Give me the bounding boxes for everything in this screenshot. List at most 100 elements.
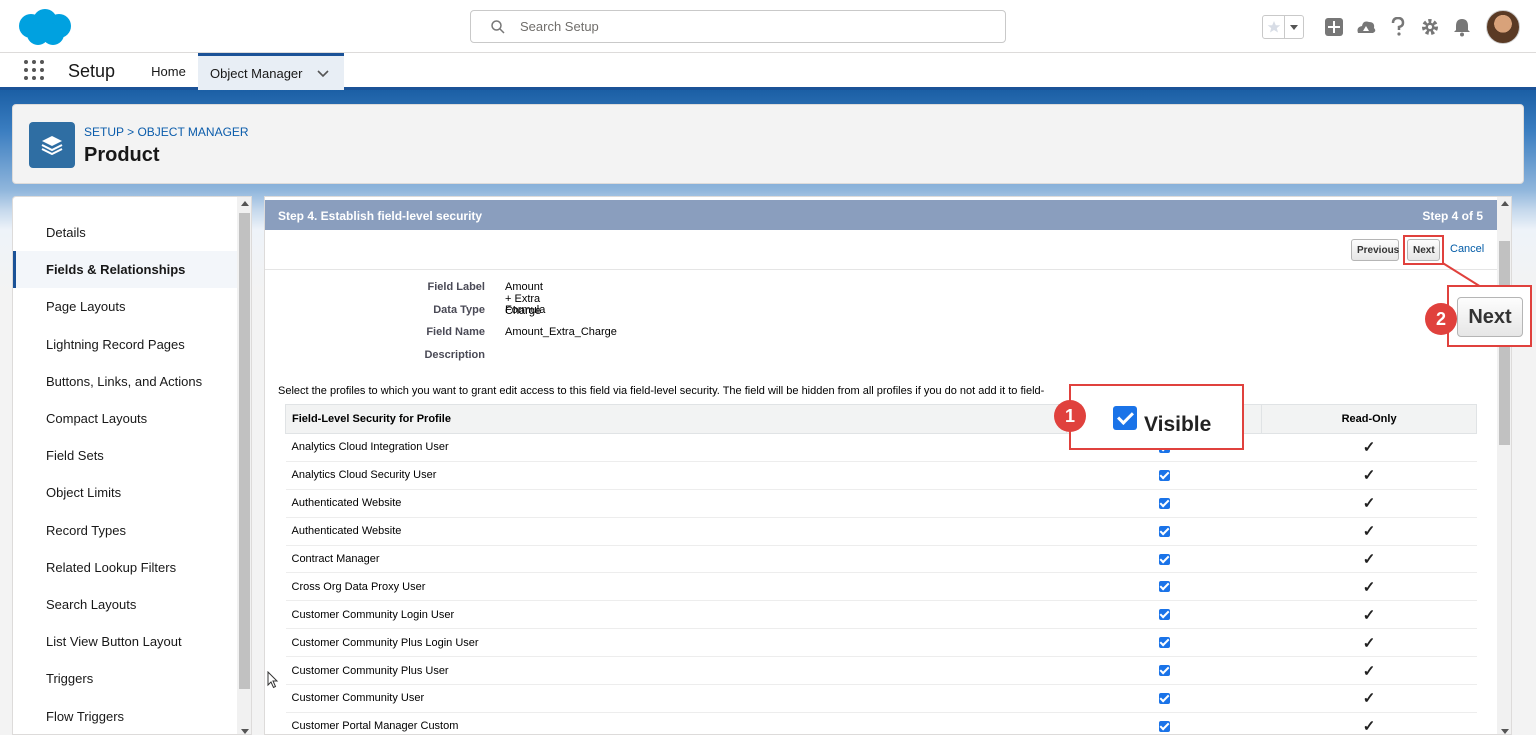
- read-only-checkmark[interactable]: ✓: [1363, 607, 1376, 624]
- read-only-checkmark[interactable]: ✓: [1363, 523, 1376, 540]
- read-only-checkmark[interactable]: ✓: [1363, 690, 1376, 707]
- table-row: Analytics Cloud Integration User ✓: [285, 433, 1477, 462]
- scrollbar-thumb[interactable]: [239, 213, 250, 689]
- sidebar-item-label: List View Button Layout: [46, 634, 182, 650]
- visible-checkbox[interactable]: [1158, 609, 1170, 621]
- favorites-dropdown-icon[interactable]: [1285, 16, 1303, 38]
- step-title: Step 4. Establish field-level security: [278, 209, 483, 223]
- visible-checkbox[interactable]: [1158, 469, 1170, 481]
- read-only-checkmark[interactable]: ✓: [1363, 439, 1376, 456]
- profile-name: Customer Community Plus User: [285, 656, 1067, 686]
- salesforce-logo[interactable]: [14, 7, 74, 47]
- step-badge-2: 2: [1425, 303, 1457, 335]
- visible-header-checkbox[interactable]: [1113, 406, 1137, 430]
- visible-checkbox[interactable]: [1158, 525, 1170, 537]
- scroll-down-arrow-icon[interactable]: [241, 729, 249, 734]
- sidebar-item-object-limits[interactable]: Object Limits: [13, 474, 237, 511]
- sidebar-item-lightning-record-pages[interactable]: Lightning Record Pages: [13, 326, 237, 363]
- visible-checkbox[interactable]: [1158, 637, 1170, 649]
- favorites-star-icon[interactable]: [1263, 16, 1285, 38]
- data-type-value: Formula: [505, 304, 546, 316]
- profile-name: Customer Community Plus Login User: [285, 628, 1067, 658]
- table-row: Customer Community Login User ✓: [285, 600, 1477, 630]
- read-only-checkmark[interactable]: ✓: [1363, 551, 1376, 568]
- chevron-down-icon[interactable]: [316, 67, 329, 79]
- sidebar-scrollbar[interactable]: [237, 197, 251, 734]
- field-label-label: Field Label: [427, 281, 485, 293]
- next-zoom-callout: Next: [1447, 285, 1532, 347]
- sidebar-item-triggers[interactable]: Triggers: [13, 660, 237, 697]
- sidebar-item-compact-layouts[interactable]: Compact Layouts: [13, 400, 237, 437]
- sidebar-item-page-layouts[interactable]: Page Layouts: [13, 288, 237, 325]
- object-manager-sidebar: Details Fields & Relationships Page Layo…: [12, 196, 252, 735]
- trailhead-icon[interactable]: [1355, 16, 1377, 38]
- object-layers-icon: [29, 122, 75, 168]
- sidebar-item-label: Search Layouts: [46, 596, 137, 612]
- next-callout-button[interactable]: Next: [1457, 297, 1523, 337]
- visible-checkbox[interactable]: [1158, 581, 1170, 593]
- previous-button[interactable]: Previous: [1351, 239, 1399, 261]
- help-icon[interactable]: [1387, 16, 1409, 38]
- field-name-label: Field Name: [426, 326, 485, 338]
- table-row: Contract Manager ✓: [285, 545, 1477, 574]
- scroll-down-arrow-icon[interactable]: [1501, 729, 1509, 734]
- read-only-checkmark[interactable]: ✓: [1363, 718, 1376, 734]
- sidebar-item-buttons-links-actions[interactable]: Buttons, Links, and Actions: [13, 363, 237, 400]
- app-launcher-icon[interactable]: [23, 59, 45, 81]
- table-row: Authenticated Website ✓: [285, 489, 1477, 518]
- scroll-up-arrow-icon[interactable]: [1501, 201, 1509, 206]
- profile-name: Customer Portal Manager Custom: [285, 712, 1067, 734]
- sidebar-item-list-view-button-layout[interactable]: List View Button Layout: [13, 623, 237, 660]
- read-only-checkmark[interactable]: ✓: [1363, 579, 1376, 596]
- breadcrumb[interactable]: SETUP > OBJECT MANAGER: [84, 125, 249, 139]
- add-icon[interactable]: [1323, 16, 1345, 38]
- sidebar-item-flow-triggers[interactable]: Flow Triggers: [13, 697, 237, 734]
- sidebar-item-related-lookup-filters[interactable]: Related Lookup Filters: [13, 549, 237, 586]
- sidebar-item-label: Related Lookup Filters: [46, 559, 177, 575]
- profile-column-header: Field-Level Security for Profile: [284, 404, 1068, 434]
- visible-checkbox[interactable]: [1158, 497, 1170, 509]
- visible-checkbox[interactable]: [1158, 693, 1170, 705]
- sidebar-item-label: Object Limits: [46, 485, 122, 501]
- mouse-cursor-icon: [267, 671, 279, 689]
- tab-home[interactable]: Home: [140, 53, 197, 90]
- sidebar-item-field-sets[interactable]: Field Sets: [13, 437, 237, 474]
- sidebar-item-label: Triggers: [46, 671, 94, 687]
- description-label: Description: [424, 349, 485, 361]
- instructions-text: Select the profiles to which you want to…: [278, 385, 1045, 397]
- visible-callout-label: Visible: [1144, 413, 1212, 436]
- read-only-checkmark[interactable]: ✓: [1363, 467, 1376, 484]
- setup-gear-icon[interactable]: [1419, 16, 1441, 38]
- profile-name: Authenticated Website: [285, 517, 1067, 546]
- page-title: Product: [84, 144, 160, 166]
- sidebar-item-details[interactable]: Details: [13, 214, 237, 251]
- tab-object-manager[interactable]: Object Manager: [198, 53, 344, 90]
- app-name: Setup: [68, 61, 116, 81]
- search-icon: [491, 19, 505, 34]
- sidebar-item-search-layouts[interactable]: Search Layouts: [13, 586, 237, 623]
- data-type-label: Data Type: [433, 304, 485, 316]
- visible-checkbox[interactable]: [1158, 553, 1170, 565]
- object-header: SETUP > OBJECT MANAGER Product: [12, 104, 1524, 184]
- read-only-checkmark[interactable]: ✓: [1363, 495, 1376, 512]
- visible-checkbox[interactable]: [1158, 665, 1170, 677]
- main-scrollbar[interactable]: [1497, 197, 1511, 734]
- scroll-up-arrow-icon[interactable]: [241, 201, 249, 206]
- cancel-link[interactable]: Cancel: [1450, 243, 1484, 255]
- sidebar-item-fields-relationships[interactable]: Fields & Relationships: [13, 251, 237, 289]
- read-only-column-header[interactable]: Read-Only: [1261, 404, 1477, 434]
- notifications-bell-icon[interactable]: [1451, 16, 1473, 38]
- read-only-checkmark[interactable]: ✓: [1363, 635, 1376, 652]
- search-input[interactable]: [520, 19, 980, 34]
- sidebar-item-record-types[interactable]: Record Types: [13, 512, 237, 549]
- table-row: Customer Community Plus User ✓: [285, 656, 1477, 686]
- profile-name: Cross Org Data Proxy User: [285, 572, 1067, 602]
- sidebar-item-label: Compact Layouts: [46, 411, 148, 427]
- main-content: Step 4. Establish field-level security S…: [264, 196, 1512, 735]
- global-header: [0, 0, 1536, 53]
- profile-name: Authenticated Website: [285, 489, 1067, 518]
- visible-checkbox[interactable]: [1158, 720, 1170, 732]
- user-avatar[interactable]: [1486, 10, 1520, 44]
- read-only-checkmark[interactable]: ✓: [1363, 663, 1376, 680]
- search-box[interactable]: [470, 10, 1006, 43]
